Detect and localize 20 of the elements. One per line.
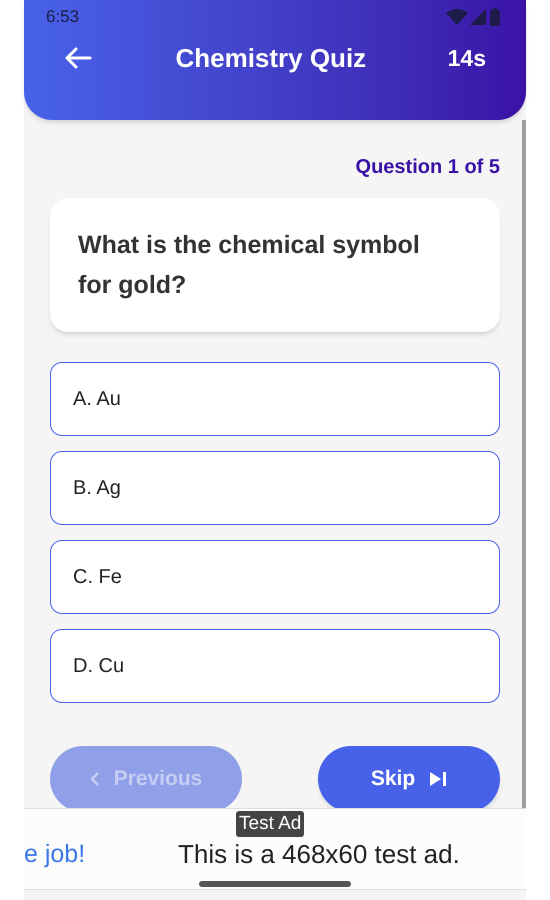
wifi-icon [446, 9, 468, 25]
answer-option[interactable]: C. Fe [50, 540, 500, 614]
answer-option[interactable]: A. Au [50, 362, 500, 436]
back-button[interactable] [64, 46, 94, 70]
back-arrow-icon [64, 46, 92, 70]
ad-text: This is a 468x60 test ad. [178, 838, 460, 871]
ad-headline: e job! [24, 839, 86, 870]
timer: 14s [448, 44, 486, 73]
signal-icon [470, 9, 486, 25]
chevron-left-icon [90, 771, 100, 787]
ad-banner[interactable]: Test Ad e job! This is a 468x60 test ad. [24, 808, 526, 890]
question-counter: Question 1 of 5 [356, 155, 500, 180]
answer-option[interactable]: D. Cu [50, 629, 500, 703]
question-text: What is the chemical symbol for gold? [78, 230, 421, 301]
skip-next-icon [429, 771, 448, 787]
answer-option[interactable]: B. Ag [50, 451, 500, 525]
battery-icon [490, 8, 500, 26]
screen-title: Chemistry Quiz [174, 42, 368, 74]
status-time: 6:53 [46, 6, 80, 28]
ad-badge: Test Ad [236, 811, 304, 837]
